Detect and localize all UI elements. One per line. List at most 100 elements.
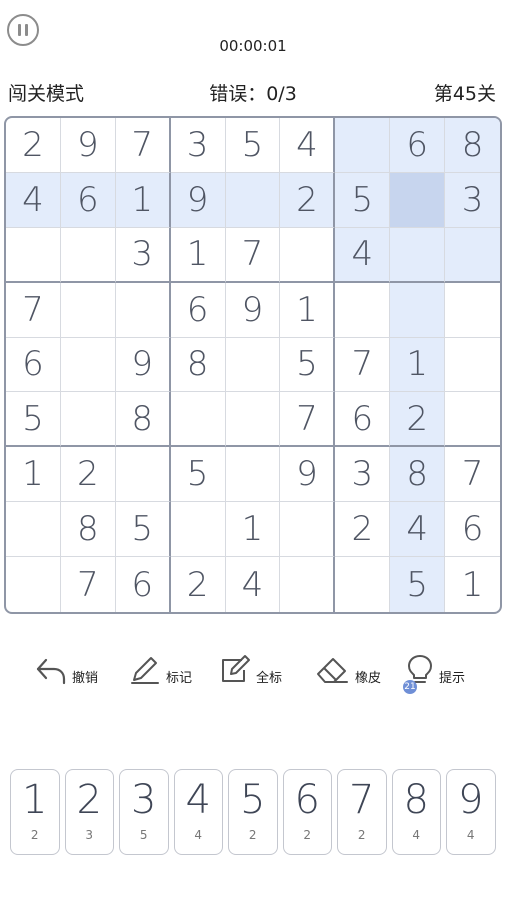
number-key-1[interactable]: 12 [10,769,60,855]
number-key-digit: 4 [185,777,211,823]
board-cell[interactable]: 1 [170,227,226,283]
board-cell[interactable]: 1 [445,557,500,612]
board-cell[interactable]: 6 [6,337,61,393]
board-cell[interactable] [60,227,116,283]
board-cell[interactable] [225,392,281,448]
board-cell[interactable]: 9 [170,172,226,228]
board-cell[interactable]: 4 [6,172,61,228]
board-cell[interactable]: 3 [335,447,391,503]
number-key-5[interactable]: 52 [228,769,278,855]
board-cell[interactable]: 9 [60,118,116,173]
board-cell[interactable]: 1 [6,447,61,503]
board-cell[interactable] [6,557,61,612]
board-cell[interactable]: 7 [280,392,336,448]
board-cell[interactable]: 2 [60,447,116,503]
board-cell[interactable]: 2 [280,172,336,228]
board-cell[interactable]: 2 [335,502,391,558]
number-key-9[interactable]: 94 [446,769,496,855]
number-key-3[interactable]: 35 [119,769,169,855]
board-cell[interactable]: 6 [60,172,116,228]
eraser-button[interactable]: 橡皮 [313,652,381,686]
board-cell[interactable]: 7 [335,337,391,393]
number-key-7[interactable]: 72 [337,769,387,855]
board-cell[interactable] [445,227,500,283]
board-cell[interactable] [445,392,500,448]
board-cell[interactable]: 8 [115,392,171,448]
board-cell[interactable] [280,227,336,283]
board-cell[interactable] [225,337,281,393]
full-notes-button[interactable]: 全标 [218,652,282,686]
board-cell[interactable]: 5 [115,502,171,558]
number-key-2[interactable]: 23 [64,769,114,855]
number-key-digit: 8 [403,777,429,823]
number-key-6[interactable]: 62 [282,769,332,855]
board-cell[interactable] [60,392,116,448]
board-cell[interactable] [6,502,61,558]
board-cell[interactable]: 4 [390,502,446,558]
board-cell[interactable]: 3 [115,227,171,283]
board-cell[interactable] [115,447,171,503]
board-cell[interactable] [225,172,281,228]
board-cell[interactable] [335,282,391,338]
board-cell[interactable]: 9 [115,337,171,393]
board-cell[interactable] [170,502,226,558]
board-cell[interactable]: 5 [6,392,61,448]
board-cell[interactable]: 6 [445,502,500,558]
board-cell[interactable]: 1 [390,337,446,393]
board-cell[interactable]: 3 [170,118,226,173]
board-cell[interactable] [280,502,336,558]
board-cell[interactable]: 5 [335,172,391,228]
board-cell[interactable]: 1 [280,282,336,338]
board-cell[interactable]: 6 [116,557,171,612]
board-cell[interactable] [6,227,61,283]
board-cell[interactable]: 4 [280,118,336,173]
board-cell[interactable] [115,282,171,338]
number-key-4[interactable]: 44 [173,769,223,855]
board-cell[interactable]: 6 [335,392,391,448]
board-cell[interactable] [335,557,391,612]
board-cell[interactable] [390,282,446,338]
notes-button[interactable]: 标记 [128,652,192,686]
board-cell[interactable] [390,227,446,283]
level-label: 第45关 [433,83,496,105]
board-cell[interactable]: 6 [390,118,446,173]
number-key-remaining-count: 5 [139,828,148,842]
board-cell[interactable]: 4 [335,227,391,283]
board-cell[interactable] [60,282,116,338]
board-cell[interactable]: 2 [171,557,226,612]
number-key-8[interactable]: 84 [391,769,441,855]
board-cell[interactable]: 1 [115,172,171,228]
board-cell[interactable] [170,392,226,448]
undo-button[interactable]: 撤销 [34,652,98,686]
board-cell[interactable]: 1 [225,502,281,558]
board-cell[interactable]: 8 [170,337,226,393]
board-cell[interactable]: 7 [61,557,116,612]
board-cell[interactable]: 2 [6,118,61,173]
board-cell[interactable]: 3 [445,172,500,228]
board-cell[interactable]: 7 [225,227,281,283]
board-cell[interactable]: 4 [226,557,281,612]
board-cell[interactable]: 9 [280,447,336,503]
board-cell[interactable]: 5 [170,447,226,503]
board-cell[interactable]: 5 [390,557,446,612]
board-cell[interactable]: 8 [445,118,500,173]
board-cell[interactable] [445,283,500,338]
board-cell[interactable] [280,557,336,612]
board-cell[interactable]: 7 [6,282,61,338]
board-cell[interactable] [225,447,281,503]
board-cell[interactable]: 8 [60,502,116,558]
board-cell[interactable] [390,172,446,228]
board-cell[interactable]: 8 [390,447,446,503]
board-cell[interactable]: 7 [445,447,500,503]
board-cell[interactable]: 7 [115,118,171,173]
board-cell[interactable]: 6 [170,282,226,338]
board-cell[interactable]: 5 [225,118,281,173]
board-cell[interactable]: 5 [280,337,336,393]
board-cell[interactable]: 9 [225,282,281,338]
board-cell[interactable] [60,337,116,393]
board-cell[interactable]: 2 [390,392,446,448]
pause-icon [18,24,21,36]
board-cell[interactable] [335,118,391,173]
hint-count-badge: 21 [403,680,417,694]
board-cell[interactable] [445,338,500,393]
